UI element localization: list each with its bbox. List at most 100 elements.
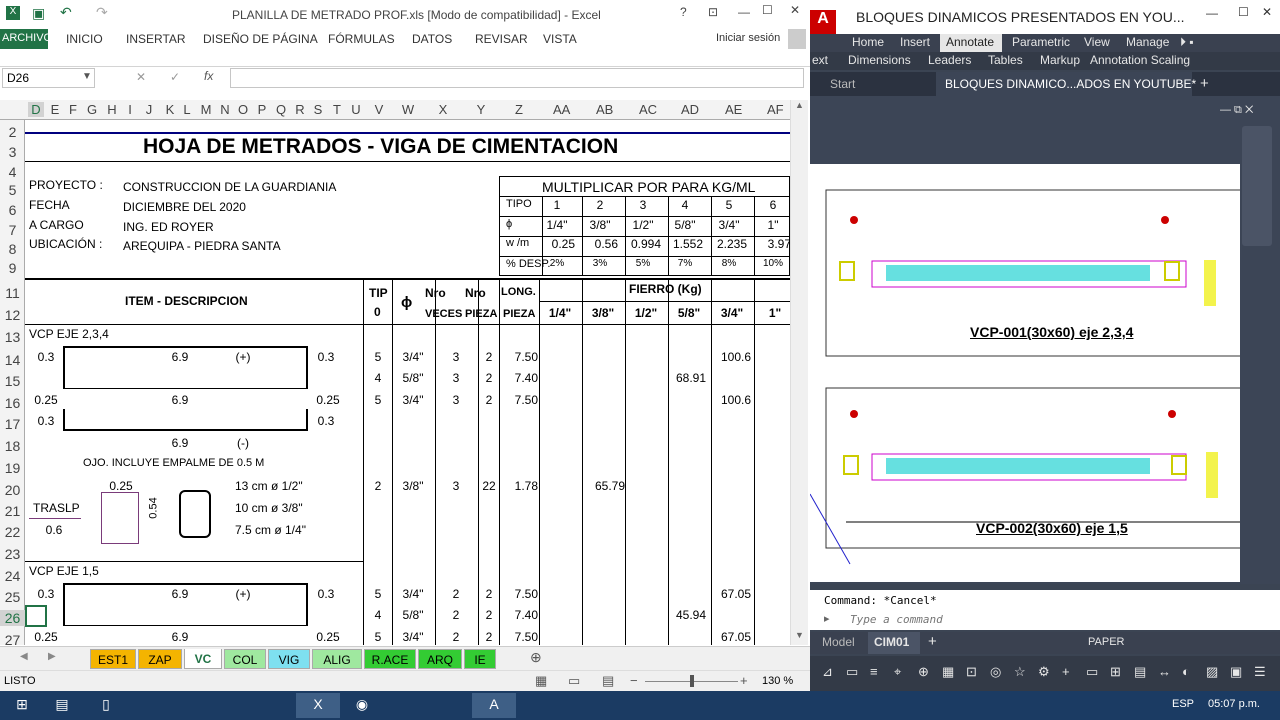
- sheet-tab[interactable]: IE: [464, 649, 496, 669]
- row-header[interactable]: 15: [0, 373, 25, 389]
- ribbon-display-icon[interactable]: ⊡: [708, 5, 718, 19]
- row-header[interactable]: 11: [0, 285, 25, 301]
- column-header[interactable]: D: [28, 102, 44, 117]
- status-tool-icon[interactable]: ▭: [846, 664, 858, 680]
- status-tool-icon[interactable]: ▨: [1206, 664, 1218, 680]
- column-header[interactable]: O: [235, 102, 251, 117]
- status-tool-icon[interactable]: ◐: [1182, 664, 1190, 679]
- row-header[interactable]: 5: [0, 182, 25, 198]
- add-sheet-icon[interactable]: ⊕: [530, 649, 542, 666]
- help-icon[interactable]: ?: [680, 5, 687, 19]
- tab-inicio[interactable]: INICIO: [66, 32, 103, 46]
- zoom-out-icon[interactable]: −: [630, 673, 638, 688]
- start-icon[interactable]: ⊞: [0, 693, 44, 718]
- new-tab-icon[interactable]: +: [1200, 75, 1209, 92]
- doctab-start[interactable]: Start: [830, 77, 855, 91]
- paper-toggle[interactable]: PAPER: [1088, 636, 1124, 648]
- status-tool-icon[interactable]: ⊕: [918, 664, 929, 680]
- row-header[interactable]: 22: [0, 524, 25, 540]
- row-header[interactable]: 16: [0, 395, 25, 411]
- column-header[interactable]: AC: [639, 102, 657, 117]
- column-header[interactable]: G: [84, 102, 100, 117]
- zoom-in-icon[interactable]: +: [740, 673, 748, 688]
- normal-view-icon[interactable]: ▦: [535, 673, 547, 689]
- ac-minimize-icon[interactable]: —: [1206, 6, 1218, 20]
- zoom-level[interactable]: 130 %: [762, 675, 793, 687]
- status-tool-icon[interactable]: ⊡: [966, 664, 977, 680]
- status-tool-icon[interactable]: ▣: [1230, 664, 1242, 680]
- namebox-dropdown-icon[interactable]: ▼: [82, 71, 92, 82]
- ac-ribbon-tab[interactable]: Parametric: [1012, 35, 1070, 49]
- row-header[interactable]: 2: [0, 124, 25, 140]
- column-header[interactable]: N: [217, 102, 233, 117]
- ac-close-icon[interactable]: ✕: [1262, 5, 1272, 19]
- close-icon[interactable]: ✕: [790, 3, 800, 17]
- column-header[interactable]: Q: [273, 102, 289, 117]
- ac-maximize-icon[interactable]: ☐: [1238, 5, 1249, 19]
- status-tool-icon[interactable]: +: [1062, 664, 1070, 679]
- status-tool-icon[interactable]: ▤: [1134, 664, 1146, 680]
- row-header[interactable]: 6: [0, 202, 25, 218]
- signin-link[interactable]: Iniciar sesión: [716, 32, 780, 44]
- row-header[interactable]: 20: [0, 482, 25, 498]
- sheet-tab[interactable]: VIG: [268, 649, 310, 669]
- column-header[interactable]: Y: [473, 102, 489, 117]
- ac-ribbon-tab[interactable]: Annotate: [946, 35, 994, 49]
- add-layout-icon[interactable]: +: [928, 633, 937, 650]
- navigation-bar[interactable]: [1242, 126, 1272, 246]
- ac-ribbon-panel[interactable]: ext: [812, 53, 828, 67]
- row-header[interactable]: 21: [0, 503, 25, 519]
- row-header[interactable]: 7: [0, 222, 25, 238]
- ac-ribbon-panel[interactable]: Tables: [988, 53, 1023, 67]
- row-header[interactable]: 23: [0, 546, 25, 562]
- minimize-icon[interactable]: —: [738, 5, 750, 19]
- column-header[interactable]: AF: [767, 102, 784, 117]
- column-header[interactable]: V: [371, 102, 387, 117]
- tab-datos[interactable]: DATOS: [412, 32, 452, 46]
- status-tool-icon[interactable]: ☰: [1254, 664, 1266, 680]
- worksheet-grid[interactable]: HOJA DE METRADOS - VIGA DE CIMENTACION P…: [25, 120, 791, 645]
- column-header[interactable]: I: [122, 102, 138, 117]
- status-tool-icon[interactable]: ↔: [1158, 664, 1171, 679]
- column-header[interactable]: W: [400, 102, 416, 117]
- tab-diseno[interactable]: DISEÑO DE PÁGINA: [203, 32, 318, 46]
- status-tool-icon[interactable]: ⊿: [822, 664, 833, 680]
- ac-ribbon-panel[interactable]: Leaders: [928, 53, 971, 67]
- row-header[interactable]: 13: [0, 329, 25, 345]
- column-header[interactable]: J: [141, 102, 157, 117]
- status-tool-icon[interactable]: ▦: [942, 664, 954, 680]
- column-header[interactable]: F: [65, 102, 81, 117]
- autocad-task-icon[interactable]: A: [472, 693, 516, 718]
- row-header[interactable]: 14: [0, 352, 25, 368]
- row-header[interactable]: 19: [0, 460, 25, 476]
- column-header[interactable]: R: [292, 102, 308, 117]
- tab-model[interactable]: Model: [822, 635, 855, 649]
- scroll-up-icon[interactable]: ▲: [795, 100, 804, 110]
- tab-formulas[interactable]: FÓRMULAS: [328, 32, 395, 46]
- doctab-drawing[interactable]: BLOQUES DINAMICO...ADOS EN YOUTUBE*: [945, 77, 1196, 91]
- status-tool-icon[interactable]: ☆: [1014, 664, 1026, 680]
- redo-icon[interactable]: ↷: [96, 4, 108, 21]
- column-header[interactable]: K: [162, 102, 178, 117]
- ac-ribbon-panel[interactable]: Annotation Scaling: [1090, 53, 1190, 67]
- page-break-icon[interactable]: ▤: [602, 673, 614, 689]
- column-header[interactable]: AE: [725, 102, 742, 117]
- command-input[interactable]: [850, 610, 1270, 628]
- save-icon[interactable]: ▣: [32, 5, 45, 22]
- undo-icon[interactable]: ↶: [60, 4, 72, 21]
- ac-ribbon-panel[interactable]: Markup: [1040, 53, 1080, 67]
- formula-input[interactable]: [230, 68, 804, 88]
- column-header[interactable]: AD: [681, 102, 699, 117]
- next-sheet-icon[interactable]: ▶: [48, 651, 56, 662]
- vertical-scrollbar[interactable]: ▲ ▼: [790, 100, 808, 645]
- row-header[interactable]: 3: [0, 144, 25, 160]
- tab-insertar[interactable]: INSERTAR: [126, 32, 186, 46]
- sheet-tab[interactable]: ZAP: [138, 649, 182, 669]
- language-indicator[interactable]: ESP: [1172, 698, 1194, 710]
- status-tool-icon[interactable]: ⊞: [1110, 664, 1121, 680]
- column-header[interactable]: L: [179, 102, 195, 117]
- status-tool-icon[interactable]: ▭: [1086, 664, 1098, 680]
- ac-ribbon-tab[interactable]: Home: [852, 35, 884, 49]
- row-header[interactable]: 24: [0, 568, 25, 584]
- sheet-tab[interactable]: ALIG: [312, 649, 362, 669]
